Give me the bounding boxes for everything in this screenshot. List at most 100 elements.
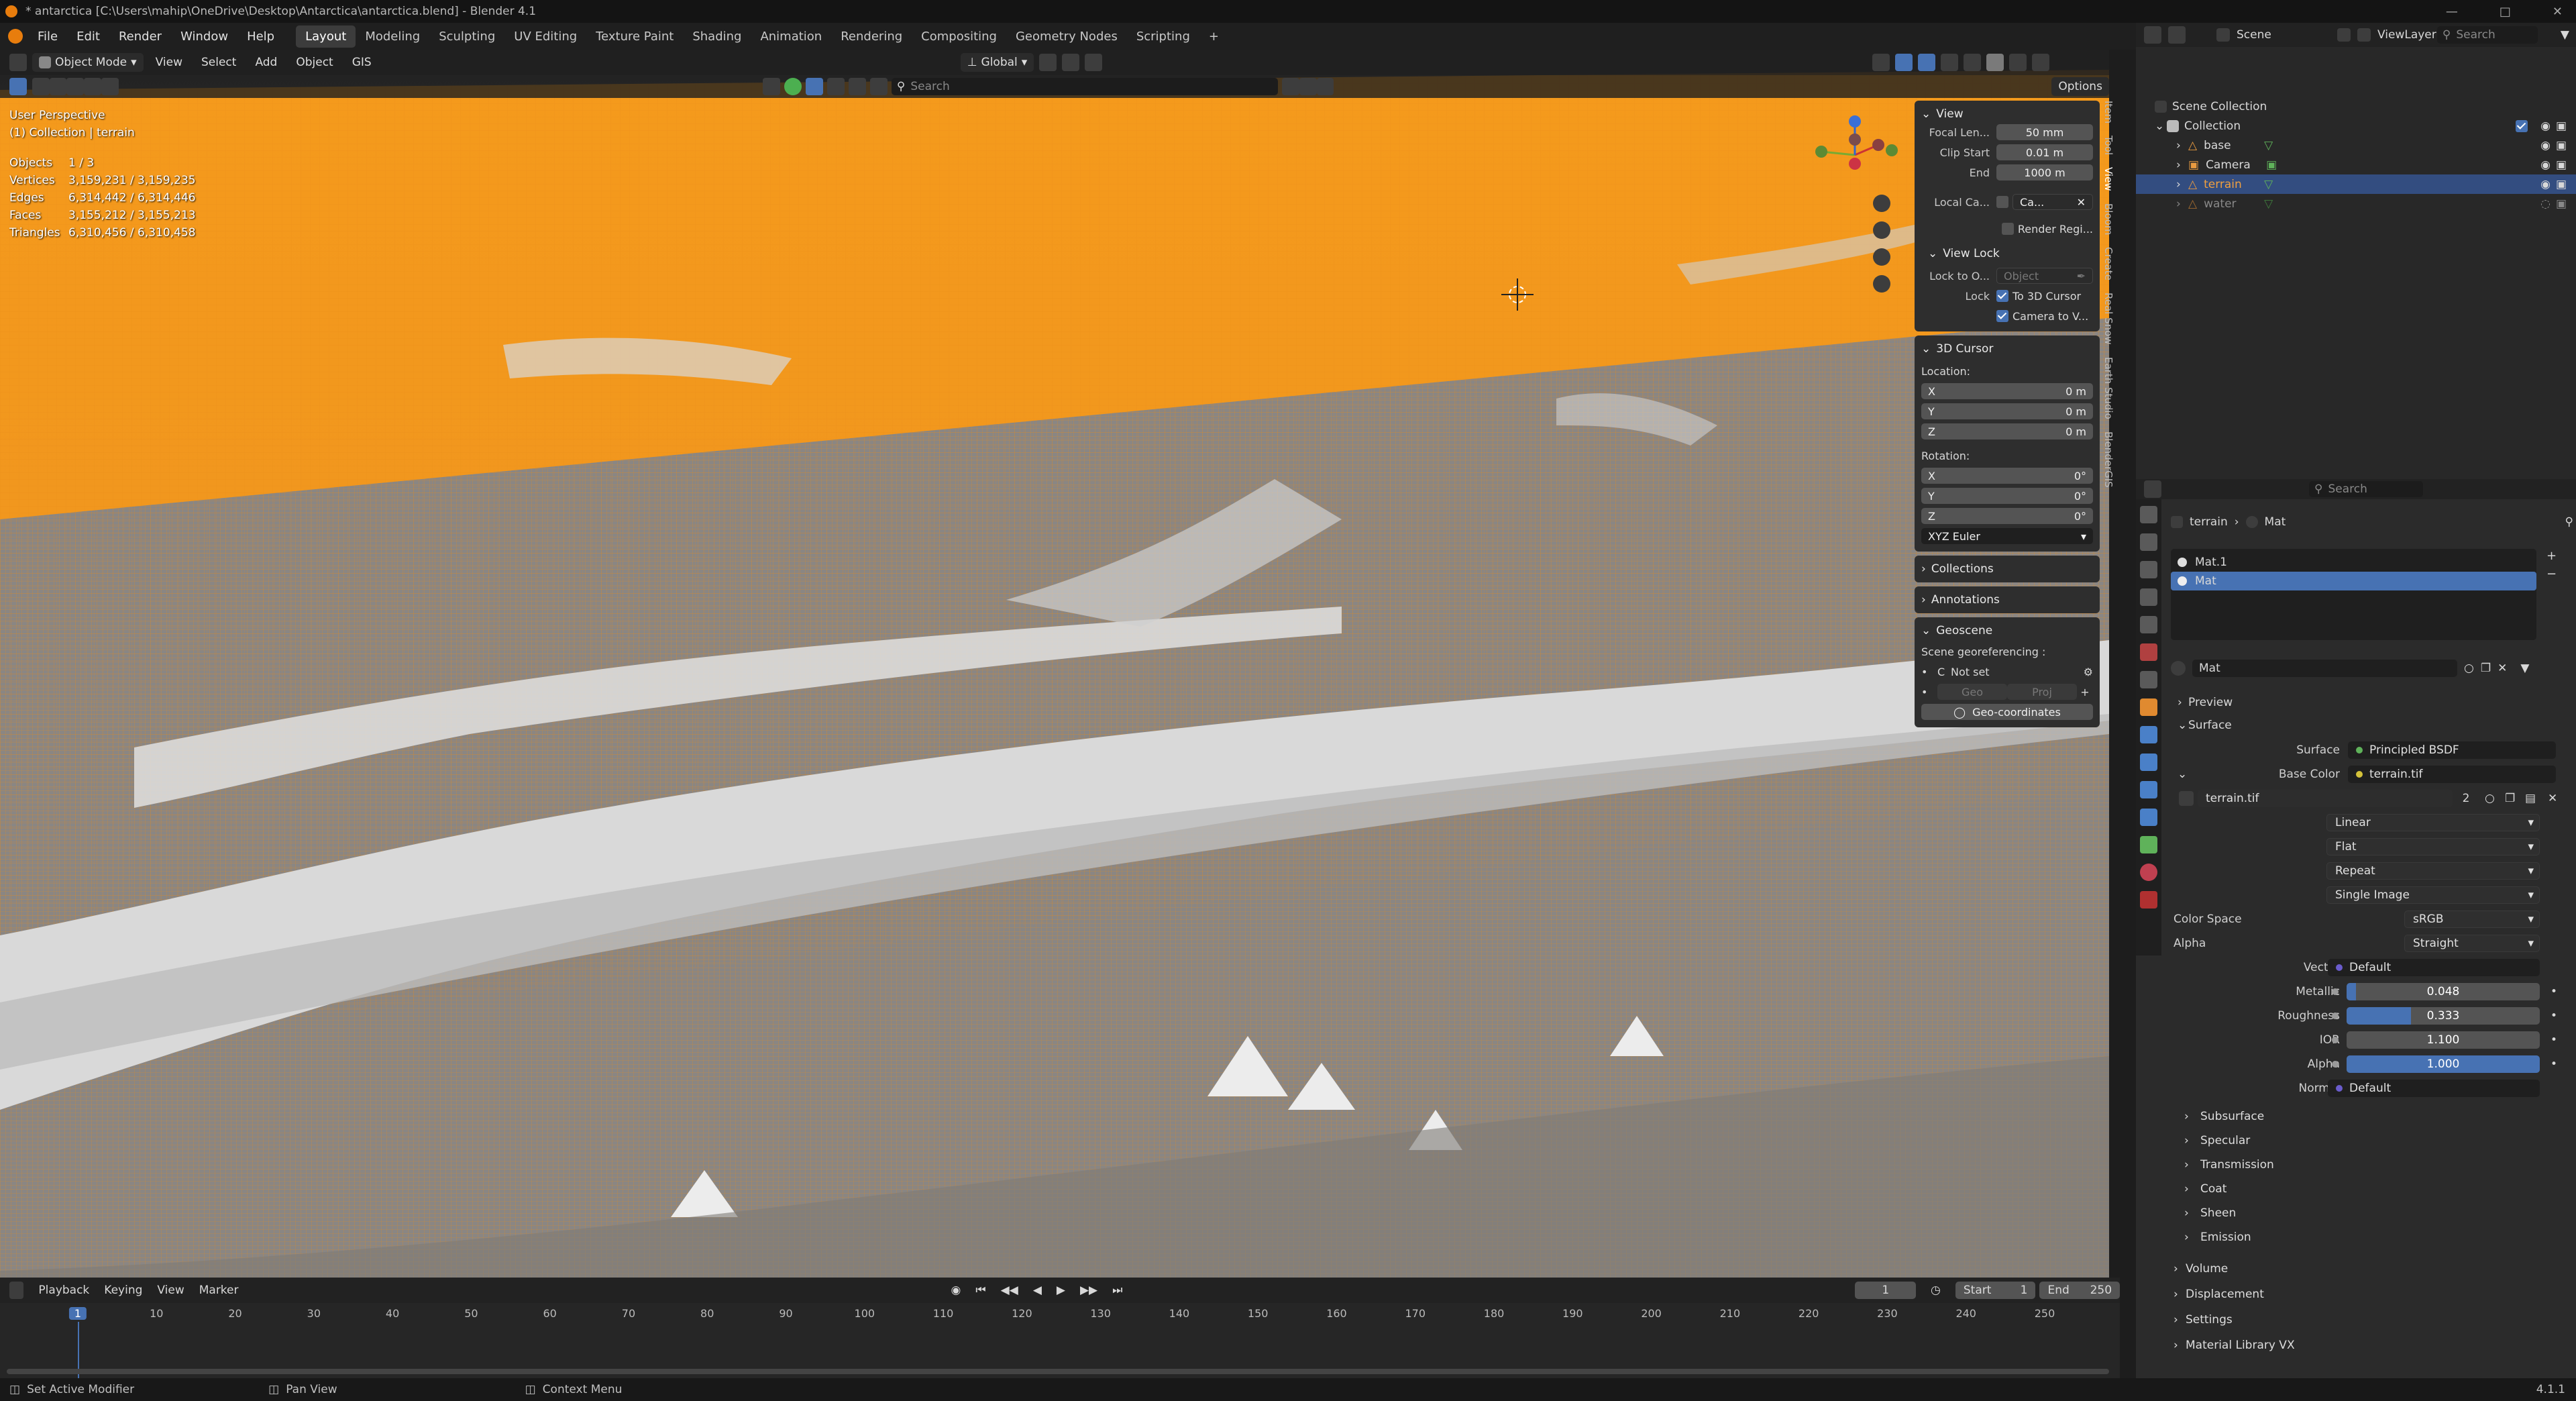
filter-icon[interactable]: ▼ — [2561, 28, 2569, 42]
outliner-editor-icon[interactable] — [2144, 26, 2161, 44]
alpha-slider[interactable]: 1.000 — [2347, 1055, 2540, 1073]
wireframe-shading-icon[interactable] — [1964, 54, 1982, 71]
box-tool-icon[interactable] — [805, 78, 823, 95]
select-intersect-icon[interactable] — [101, 78, 119, 95]
surface-panel-header[interactable]: ⌄ Surface — [2171, 714, 2573, 737]
cursor-loc-y-field[interactable]: Y 0 m — [1921, 403, 2093, 419]
bookmark-icon[interactable] — [1299, 78, 1317, 95]
menu-playback[interactable]: Playback — [38, 1284, 89, 1297]
outliner-item-base[interactable]: › △ base ▽ ◉ ▣ — [2136, 136, 2576, 155]
tab-real-snow[interactable]: Real Snow — [2102, 293, 2114, 345]
close-icon[interactable]: ✕ — [2553, 5, 2563, 19]
interpolation-dropdown[interactable]: Linear ▾ — [2326, 814, 2540, 831]
minimize-icon[interactable]: — — [2446, 5, 2458, 19]
orientation-dropdown[interactable]: ⊥ Global ▾ — [960, 53, 1034, 72]
particles-tab-icon[interactable] — [2140, 754, 2157, 771]
navigation-gizmo[interactable] — [1811, 111, 1898, 199]
menu-file[interactable]: File — [28, 30, 67, 44]
material-slot-row[interactable]: Mat.1 — [2171, 553, 2536, 572]
cursor-loc-z-field[interactable]: Z 0 m — [1921, 423, 2093, 439]
displacement-panel-header[interactable]: › Displacement — [2171, 1282, 2573, 1307]
cursor-rot-z-field[interactable]: Z 0° — [1921, 508, 2093, 524]
record-icon[interactable]: ◉ — [951, 1284, 961, 1297]
folder-icon[interactable]: ▤ — [2525, 792, 2536, 805]
camera-render-icon[interactable]: ▣ — [2556, 139, 2567, 152]
new-scene-icon[interactable] — [2337, 28, 2351, 42]
next-keyframe-icon[interactable]: ▶▶ — [1080, 1284, 1097, 1297]
surface-shader-field[interactable]: Principled BSDF — [2348, 741, 2556, 759]
tab-blendergis[interactable]: BlenderGIS — [2102, 431, 2114, 488]
eye-closed-icon[interactable]: ◌ — [2540, 197, 2551, 211]
keyframe-dot-icon[interactable]: • — [2551, 1033, 2557, 1047]
constraints-tab-icon[interactable] — [2140, 809, 2157, 826]
select-tool-icon[interactable] — [9, 78, 27, 95]
geo-button[interactable]: Geo — [1937, 684, 2007, 700]
timeline-editor-icon[interactable] — [9, 1282, 24, 1299]
menu-gis[interactable]: GIS — [345, 53, 378, 72]
tab-create[interactable]: Create — [2102, 247, 2114, 280]
editor-type-icon[interactable] — [9, 54, 27, 71]
clip-start-field[interactable]: 0.01 m — [1996, 144, 2093, 160]
preview-panel-header[interactable]: › Preview — [2171, 691, 2573, 714]
keyframe-dot-icon[interactable]: • — [2551, 1009, 2557, 1023]
rendered-shading-icon[interactable] — [2032, 54, 2050, 71]
tab-geometry-nodes[interactable]: Geometry Nodes — [1006, 25, 1127, 48]
pan-hand-icon[interactable] — [1873, 221, 1890, 239]
perspective-toggle-icon[interactable] — [1873, 275, 1890, 293]
scene-selector[interactable]: Scene — [2237, 28, 2330, 42]
filter-icon[interactable]: ▼ — [2520, 662, 2529, 675]
tab-shading[interactable]: Shading — [683, 25, 751, 48]
overlays-toggle-icon[interactable] — [1918, 54, 1936, 71]
camera-view-icon[interactable] — [1873, 248, 1890, 266]
outliner-item-camera[interactable]: › ▣ Camera ▣ ◉ ▣ — [2136, 155, 2576, 174]
emission-subpanel[interactable]: › Emission — [2171, 1225, 2573, 1249]
image-browse-icon[interactable] — [2179, 791, 2194, 806]
options-button[interactable]: Options — [2051, 77, 2109, 96]
jump-end-icon[interactable]: ⏭ — [1112, 1284, 1122, 1297]
focal-length-field[interactable]: 50 mm — [1996, 124, 2093, 140]
3d-cursor-header[interactable]: ⌄ 3D Cursor — [1921, 341, 2093, 357]
alpha-mode-dropdown[interactable]: Straight ▾ — [2404, 935, 2540, 952]
source-dropdown[interactable]: Single Image ▾ — [2326, 886, 2540, 904]
eye-icon[interactable]: ◉ — [2540, 139, 2551, 152]
clear-icon[interactable]: ✕ — [2077, 196, 2086, 209]
menu-view[interactable]: View — [149, 53, 189, 72]
scene-tab-icon[interactable] — [2140, 616, 2157, 633]
xray-icon[interactable] — [1941, 54, 1959, 71]
prev-keyframe-icon[interactable]: ◀◀ — [1001, 1284, 1018, 1297]
cylinder-tool-icon[interactable] — [848, 78, 866, 95]
start-frame-field[interactable]: Start 1 — [1955, 1282, 2036, 1299]
eyedropper-icon[interactable]: ✒ — [2077, 270, 2086, 282]
metallic-slider[interactable]: 0.048 — [2347, 983, 2540, 1000]
3d-viewport[interactable] — [0, 50, 2109, 1278]
menu-edit[interactable]: Edit — [67, 30, 109, 44]
texture-tab-icon[interactable] — [2140, 891, 2157, 909]
tab-rendering[interactable]: Rendering — [831, 25, 912, 48]
eye-icon[interactable]: ◉ — [2540, 158, 2551, 172]
browse-material-icon[interactable] — [2171, 661, 2186, 676]
snap-target-icon[interactable] — [762, 78, 780, 95]
mesh-tool-icon[interactable] — [869, 78, 888, 95]
specular-subpanel[interactable]: › Specular — [2171, 1129, 2573, 1153]
extension-dropdown[interactable]: Repeat ▾ — [2326, 862, 2540, 880]
collection-row[interactable]: ⌄ Collection ◉ ▣ — [2136, 116, 2576, 136]
earth-icon[interactable] — [784, 78, 802, 95]
sheen-subpanel[interactable]: › Sheen — [2171, 1201, 2573, 1225]
render-region-checkbox[interactable] — [2001, 223, 2014, 235]
end-frame-field[interactable]: End 250 — [2039, 1282, 2121, 1299]
filter-icon[interactable] — [1281, 78, 1299, 95]
duplicate-icon[interactable]: ❐ — [2481, 662, 2491, 675]
ior-field[interactable]: 1.100 — [2347, 1031, 2540, 1049]
fake-user-icon[interactable]: ○ — [2464, 662, 2474, 675]
world-tab-icon[interactable] — [2140, 643, 2157, 661]
cursor-rot-y-field[interactable]: Y 0° — [1921, 488, 2093, 504]
gear-icon[interactable]: ⚙ — [2084, 666, 2093, 678]
timeline-ruler[interactable]: 1 10 20 30 40 50 60 70 80 90 100 110 120 130 140 150 160… — [0, 1303, 2120, 1378]
select-invert-icon[interactable] — [84, 78, 102, 95]
menu-keying[interactable]: Keying — [104, 1284, 142, 1297]
add-workspace-icon[interactable]: + — [1199, 25, 1228, 48]
add-slot-icon[interactable]: + — [2546, 549, 2557, 563]
view-panel-header[interactable]: ⌄ View — [1921, 106, 2093, 122]
gizmo-toggle-icon[interactable] — [1895, 54, 1913, 71]
snap-icon[interactable] — [1062, 54, 1080, 71]
